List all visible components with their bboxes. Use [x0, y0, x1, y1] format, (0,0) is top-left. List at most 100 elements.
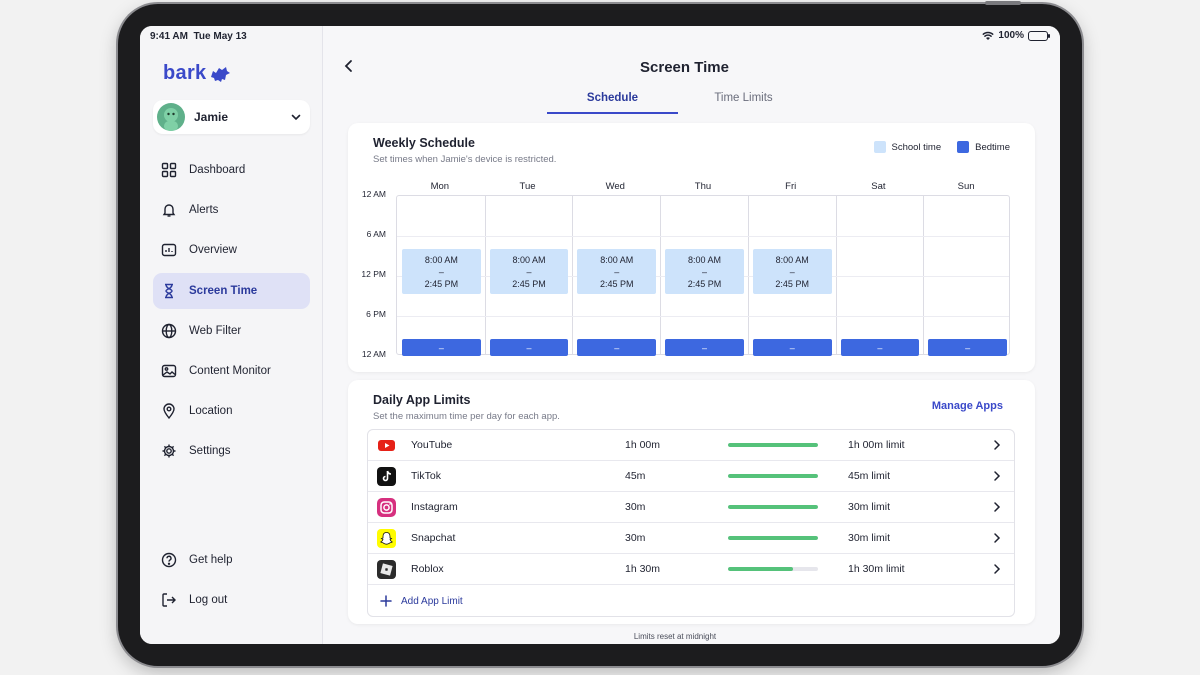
- bedtime-block[interactable]: 9:30 PM –7:00 AM: [402, 331, 481, 365]
- roblox-icon: [377, 560, 396, 579]
- time-axis-label: 12 AM: [361, 189, 386, 199]
- app-limit: 1h 30m limit: [848, 563, 905, 575]
- tablet-screen: 9:41 AM Tue May 13 bark Jamie Dashboard …: [140, 26, 1060, 644]
- snapchat-icon: [377, 529, 396, 548]
- bedtime-block[interactable]: 9:30 PM –7:00 AM: [752, 331, 832, 365]
- globe-icon: [161, 323, 177, 339]
- school-time-block[interactable]: 8:00 AM –2:45 PM: [577, 249, 657, 295]
- add-app-limit-button[interactable]: Add App Limit: [380, 595, 463, 607]
- app-limit-row[interactable]: TikTok 45m 45m limit: [368, 461, 1014, 492]
- sidebar-item-alerts[interactable]: Alerts: [153, 192, 310, 228]
- chevron-right-icon: [992, 532, 1002, 544]
- app-usage: 1h 30m: [625, 563, 661, 575]
- profile-switcher[interactable]: Jamie: [153, 100, 310, 134]
- block-time-text: 8:00 AM: [775, 254, 809, 265]
- day-header: Thu: [694, 181, 712, 192]
- block-time-text: 2:45 PM: [687, 278, 722, 289]
- block-time-text: 7:00 AM: [600, 354, 634, 365]
- weekly-schedule-subtitle: Set times when Jamie's device is restric…: [373, 154, 557, 165]
- bedtime-block[interactable]: 9:30 PM –7:00 AM: [928, 331, 1007, 365]
- school-swatch: [873, 141, 886, 153]
- block-time-text: 9:30 PM: [863, 330, 897, 341]
- usage-progress-fill: [728, 536, 818, 540]
- app-usage: 45m: [625, 470, 646, 482]
- legend-item-school: School time: [873, 141, 941, 153]
- battery-icon: [1028, 30, 1050, 41]
- sidebar-item-overview[interactable]: Overview: [153, 232, 310, 268]
- block-time-text: 7:00 AM: [687, 354, 721, 365]
- block-time-text: –: [701, 342, 707, 353]
- sidebar-item-label: Web Filter: [189, 324, 242, 337]
- block-time-text: –: [438, 342, 444, 353]
- block-time-text: 7:00 AM: [512, 354, 546, 365]
- sidebar-item-label: Location: [189, 405, 233, 418]
- manage-apps-link[interactable]: Manage Apps: [932, 400, 1003, 412]
- battery-percent: 100%: [998, 30, 1024, 41]
- school-time-block[interactable]: 8:00 AM –2:45 PM: [489, 249, 569, 295]
- weekly-schedule-title: Weekly Schedule: [373, 136, 475, 150]
- power-button: [985, 1, 1021, 5]
- sidebar-item-log-out[interactable]: Log out: [153, 582, 310, 618]
- app-limits-title: Daily App Limits: [373, 393, 471, 407]
- main-content: 100% Screen Time Schedule Time Limits We…: [323, 26, 1060, 644]
- sidebar-item-content-monitor[interactable]: Content Monitor: [153, 353, 310, 389]
- usage-progress-bar: [728, 567, 818, 571]
- sidebar-item-screen-time[interactable]: Screen Time: [153, 272, 310, 309]
- sidebar-item-label: Settings: [189, 445, 231, 458]
- app-usage: 30m: [625, 501, 646, 513]
- block-time-text: 9:30 PM: [775, 330, 809, 341]
- app-limit: 30m limit: [848, 532, 891, 544]
- app-limit-row[interactable]: Roblox 1h 30m 1h 30m limit: [368, 554, 1014, 585]
- school-time-block[interactable]: 8:00 AM –2:45 PM: [665, 249, 744, 295]
- app-name: Instagram: [411, 501, 458, 513]
- block-time-text: –: [614, 266, 620, 277]
- tab-schedule[interactable]: Schedule: [547, 92, 678, 114]
- block-time-text: 2:45 PM: [775, 278, 809, 289]
- app-limit-row[interactable]: YouTube 1h 00m 1h 00m limit: [368, 430, 1014, 461]
- usage-progress-bar: [728, 443, 818, 447]
- tab-time-limits[interactable]: Time Limits: [678, 92, 809, 114]
- app-limit-row[interactable]: Snapchat 30m 30m limit: [368, 523, 1014, 554]
- day-header: Tue: [519, 181, 536, 192]
- bell-icon: [161, 202, 177, 218]
- block-time-text: 2:45 PM: [512, 278, 546, 289]
- image-icon: [161, 363, 177, 379]
- sidebar-item-web-filter[interactable]: Web Filter: [153, 313, 310, 349]
- sidebar-item-label: Alerts: [189, 204, 219, 217]
- bedtime-swatch: [957, 141, 970, 153]
- dog-logo-icon: [211, 66, 231, 82]
- block-time-text: 8:00 AM: [424, 254, 458, 265]
- hourglass-icon: [161, 283, 177, 299]
- chart-icon: [161, 242, 177, 258]
- sidebar-item-label: Screen Time: [189, 284, 258, 297]
- block-time-text: –: [526, 342, 532, 353]
- block-time-text: 7:00 AM: [424, 354, 458, 365]
- block-time-text: –: [701, 266, 707, 277]
- usage-progress-fill: [728, 567, 793, 571]
- chevron-right-icon: [992, 563, 1002, 575]
- tab-bar: Schedule Time Limits: [547, 92, 809, 114]
- app-limits-subtitle: Set the maximum time per day for each ap…: [373, 411, 560, 422]
- school-time-block[interactable]: 8:00 AM –2:45 PM: [402, 249, 481, 295]
- bedtime-block[interactable]: 9:30 PM –7:00 AM: [577, 331, 657, 365]
- app-limit: 1h 00m limit: [848, 439, 905, 451]
- app-limit-row[interactable]: Instagram 30m 30m limit: [368, 492, 1014, 523]
- app-name: Snapchat: [411, 532, 456, 544]
- bark-logo[interactable]: bark: [163, 62, 231, 85]
- youtube-icon: [377, 436, 396, 455]
- sidebar-item-location[interactable]: Location: [153, 393, 310, 429]
- legend-item-bedtime: Bedtime: [957, 141, 1010, 153]
- bedtime-block[interactable]: 9:30 PM –7:00 AM: [840, 331, 920, 365]
- block-time-text: –: [789, 266, 795, 277]
- status-indicators: 100%: [982, 30, 1050, 41]
- bedtime-block[interactable]: 9:30 PM –7:00 AM: [665, 331, 744, 365]
- app-limits-table: Add App Limit YouTube 1h 00m 1h 00m limit T…: [367, 429, 1015, 617]
- schedule-legend: School time Bedtime: [873, 141, 1010, 153]
- app-limit: 30m limit: [848, 501, 891, 513]
- bedtime-block[interactable]: 9:30 PM –7:00 AM: [489, 331, 569, 365]
- school-time-block[interactable]: 8:00 AM –2:45 PM: [752, 249, 832, 295]
- sidebar-item-dashboard[interactable]: Dashboard: [153, 152, 310, 188]
- sidebar-item-get-help[interactable]: Get help: [153, 542, 310, 578]
- sidebar-item-settings[interactable]: Settings: [153, 433, 310, 469]
- usage-progress-bar: [728, 536, 818, 540]
